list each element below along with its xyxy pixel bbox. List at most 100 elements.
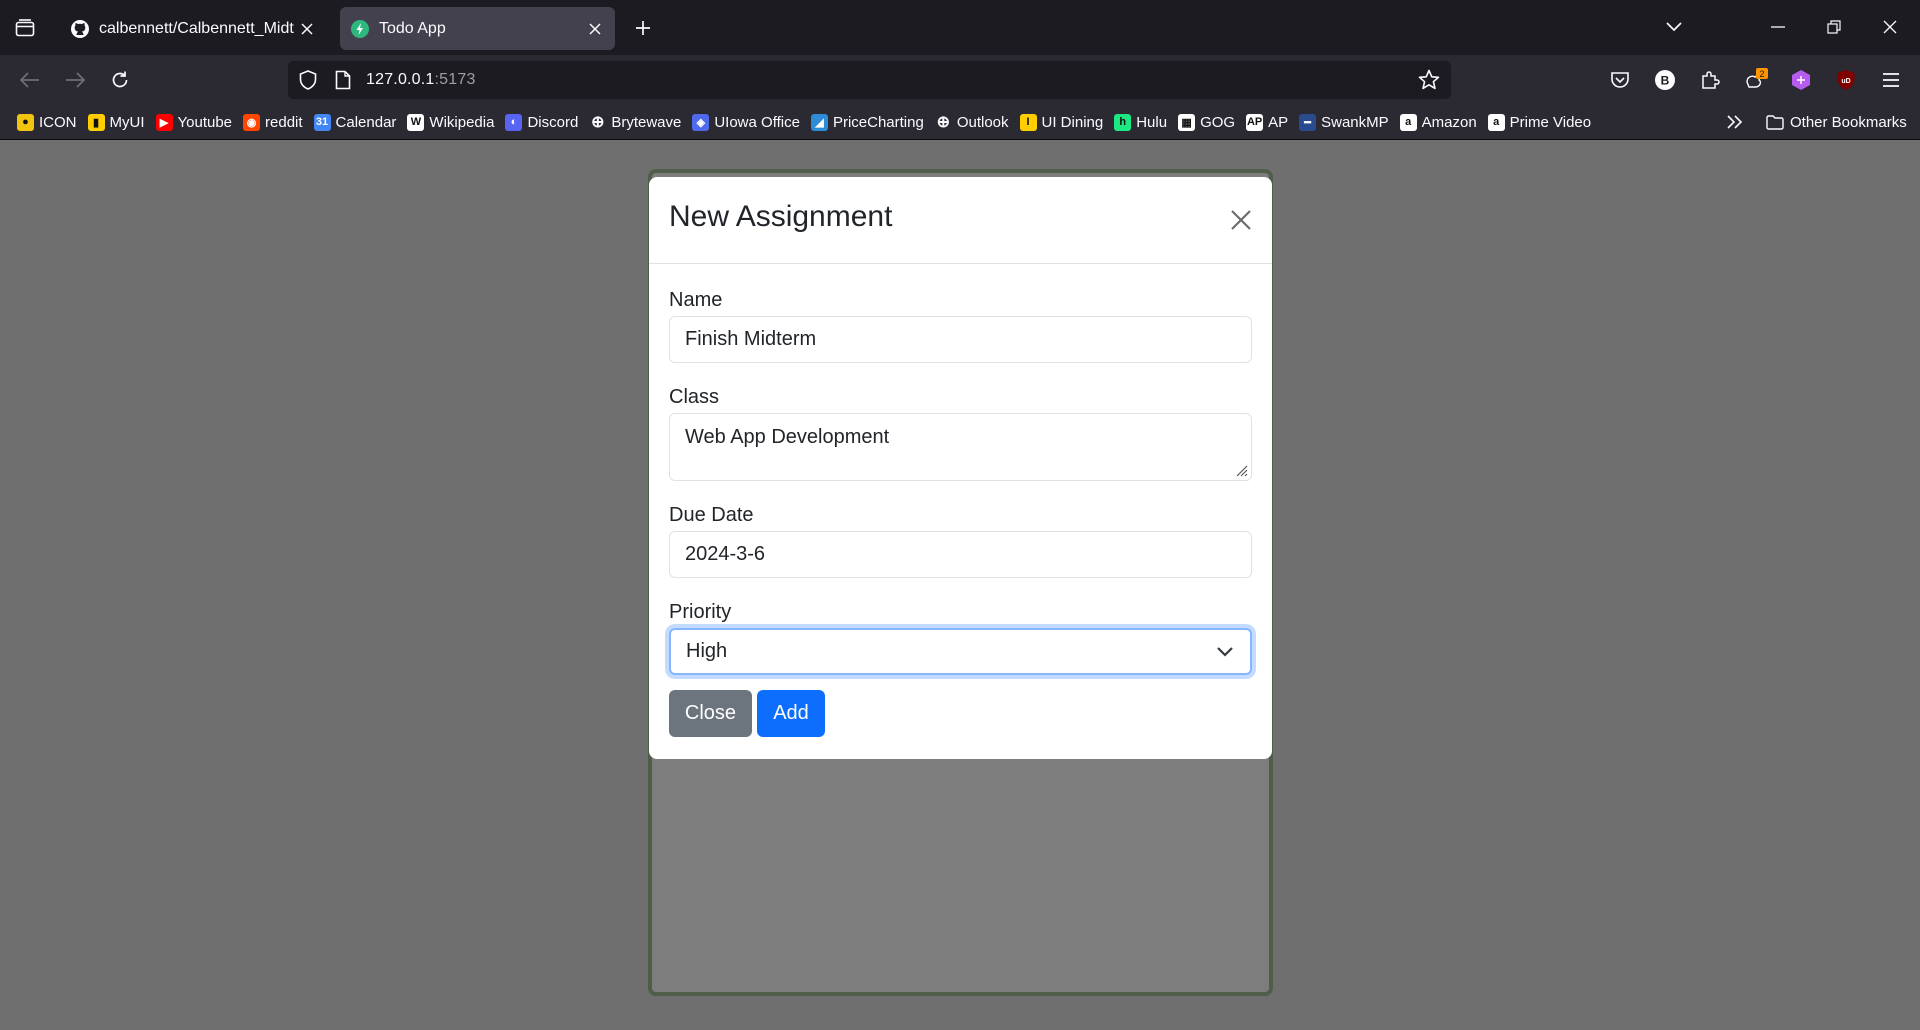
name-label: Name <box>669 289 723 311</box>
bookmark-item[interactable]: I UI Dining <box>1017 109 1110 135</box>
bookmark-item[interactable]: ◈ UIowa Office <box>689 109 806 135</box>
bookmark-item[interactable]: h Hulu <box>1111 109 1173 135</box>
url-host: 127.0.0.1 <box>366 71 435 88</box>
bookmark-item[interactable]: ⊕ Outlook <box>932 109 1015 135</box>
amazon-icon: a <box>1399 113 1417 131</box>
page-viewport: New Assignment Name Finish Midterm Class… <box>0 141 1920 1030</box>
tab-github[interactable]: calbennett/Calbennett_Midterm <box>60 7 327 50</box>
bookmark-label: Calendar <box>335 113 397 131</box>
bookmark-label: Brytewave <box>611 113 682 131</box>
close-icon[interactable] <box>294 16 320 42</box>
due-date-input[interactable]: 2024-3-6 <box>669 531 1252 578</box>
svg-text:uD: uD <box>1841 78 1850 85</box>
myui-logo: ▮ <box>87 113 105 131</box>
chevron-down-icon <box>1217 647 1233 657</box>
add-button[interactable]: Add <box>757 690 825 737</box>
bookmark-item[interactable]: ▮ MyUI <box>85 109 151 135</box>
resize-grip-icon[interactable] <box>1234 463 1248 477</box>
class-label: Class <box>669 386 720 408</box>
back-arrow-icon[interactable] <box>14 65 46 95</box>
tab-todo-app[interactable]: Todo App <box>340 7 615 50</box>
url-text: 127.0.0.1:5173 <box>366 71 476 89</box>
bookmark-item[interactable]: a Prime Video <box>1485 109 1597 135</box>
list-all-tabs-chevron-icon[interactable] <box>1657 12 1691 42</box>
bookmark-label: UIowa Office <box>714 113 800 131</box>
bookmark-item[interactable]: AP AP <box>1243 109 1294 135</box>
navigation-toolbar: 127.0.0.1:5173 B 2 uD <box>0 55 1920 105</box>
bookmark-item[interactable]: ⊕ Brytewave <box>586 109 687 135</box>
url-bar[interactable]: 127.0.0.1:5173 <box>288 61 1451 99</box>
sync-badge-icon[interactable]: 2 <box>1741 65 1771 95</box>
reload-icon[interactable] <box>104 65 136 95</box>
calendar-icon: 31 <box>313 113 331 131</box>
svg-text:B: B <box>1661 74 1670 88</box>
globe-icon: ⊕ <box>591 114 605 131</box>
tab-list-icon[interactable] <box>10 14 40 42</box>
bookmarks-overflow-chevron-icon[interactable] <box>1722 109 1748 135</box>
name-input[interactable]: Finish Midterm <box>669 316 1252 363</box>
purple-hexagon-extension-icon[interactable] <box>1786 65 1816 95</box>
bookmark-label: GOG <box>1200 113 1236 131</box>
swank-icon: ━ <box>1299 113 1317 131</box>
office-icon: ◈ <box>692 113 710 131</box>
bookmark-label: ICON <box>39 113 77 131</box>
forward-arrow-icon[interactable] <box>59 65 91 95</box>
priority-label: Priority <box>669 601 732 623</box>
bookmark-item[interactable]: ◉ reddit <box>240 109 309 135</box>
close-icon[interactable] <box>582 16 608 42</box>
bookmark-star-icon[interactable] <box>1418 69 1440 91</box>
vite-bolt-icon <box>350 19 370 39</box>
ap-icon: AP <box>1246 113 1264 131</box>
class-textarea[interactable]: Web App Development <box>669 413 1252 481</box>
bookmark-item[interactable]: ◐ Discord <box>502 109 584 135</box>
ublock-origin-icon[interactable]: uD <box>1831 65 1861 95</box>
bookmark-item[interactable]: ● ICON <box>14 109 83 135</box>
window-close-icon[interactable] <box>1873 12 1907 42</box>
new-assignment-modal: New Assignment Name Finish Midterm Class… <box>649 177 1272 759</box>
close-icon[interactable] <box>1225 204 1257 236</box>
due-date-label: Due Date <box>669 504 754 526</box>
bookmark-item[interactable]: ━ SwankMP <box>1296 109 1395 135</box>
close-button[interactable]: Close <box>669 690 752 737</box>
bookmark-item[interactable]: a Amazon <box>1397 109 1483 135</box>
extensions-puzzle-icon[interactable] <box>1695 65 1725 95</box>
class-value: Web App Development <box>685 426 890 448</box>
other-bookmarks-button[interactable]: Other Bookmarks <box>1766 109 1907 135</box>
reddit-icon: ◉ <box>243 113 261 131</box>
bookmark-item[interactable]: ◢ PriceCharting <box>808 109 930 135</box>
amazon-icon: a <box>1487 113 1505 131</box>
restore-icon[interactable] <box>1817 12 1851 42</box>
url-port: :5173 <box>434 71 476 88</box>
bookmark-label: UI Dining <box>1041 113 1104 131</box>
globe-icon: ⊕ <box>936 114 951 131</box>
bookmark-item[interactable]: ▶ Youtube <box>153 109 239 135</box>
bitwarden-b-icon[interactable]: B <box>1650 65 1680 95</box>
modal-title: New Assignment <box>669 200 893 233</box>
pricecharting-icon: ◢ <box>810 113 828 131</box>
bookmark-label: Discord <box>527 113 579 131</box>
priority-value: High <box>686 640 728 662</box>
svg-text:2: 2 <box>1759 69 1764 79</box>
wikipedia-icon: W <box>407 113 425 131</box>
bookmark-label: Outlook <box>956 113 1009 131</box>
gog-icon: ▦ <box>1178 113 1196 131</box>
bookmark-label: Amazon <box>1421 113 1477 131</box>
discord-icon: ◐ <box>505 113 523 131</box>
priority-select[interactable]: High <box>669 628 1252 675</box>
menu-hamburger-icon[interactable] <box>1876 65 1906 95</box>
bookmark-item[interactable]: W Wikipedia <box>404 109 500 135</box>
modal-header: New Assignment <box>649 177 1272 264</box>
page-icon[interactable] <box>332 69 354 91</box>
bookmark-label: Prime Video <box>1509 113 1592 131</box>
new-tab-button[interactable] <box>628 14 658 42</box>
bookmark-label: PriceCharting <box>832 113 924 131</box>
minimize-icon[interactable] <box>1761 12 1795 42</box>
bookmarks-toolbar: ● ICON ▮ MyUI ▶ Youtube ◉ reddit 31 Calendar W Wiki… <box>0 105 1920 140</box>
bookmark-label: MyUI <box>109 113 145 131</box>
bookmark-item[interactable]: ▦ GOG <box>1175 109 1241 135</box>
shield-icon[interactable] <box>297 69 319 91</box>
bookmark-item[interactable]: 31 Calendar <box>311 109 403 135</box>
bookmark-label: Youtube <box>177 113 233 131</box>
pocket-icon[interactable] <box>1605 65 1635 95</box>
icon-logo: ● <box>17 113 34 131</box>
